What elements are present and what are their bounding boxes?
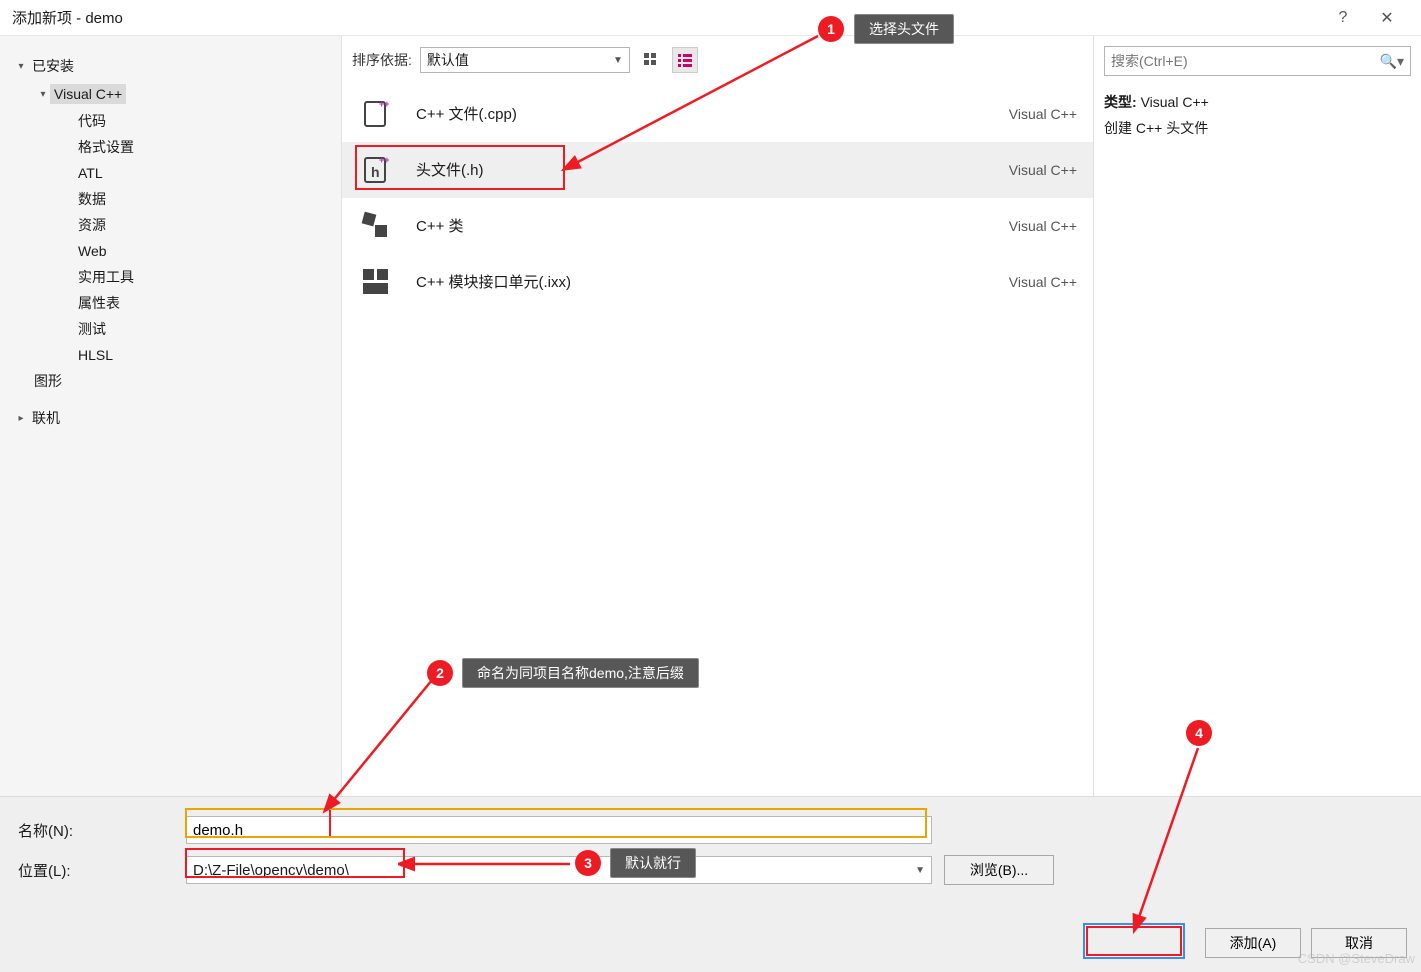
tree-leaf-graphics[interactable]: 图形 xyxy=(30,368,333,394)
name-field-wrap xyxy=(186,816,932,844)
tree-visualcpp[interactable]: ▾ Visual C++ xyxy=(30,80,333,108)
cpp-file-icon: ++ xyxy=(358,96,394,132)
template-label: C++ 类 xyxy=(416,215,1009,236)
svg-text:h: h xyxy=(371,164,380,180)
callout-3-label: 默认就行 xyxy=(610,848,696,878)
tree-label-online: 联机 xyxy=(28,406,64,430)
name-row: 名称(N): xyxy=(18,813,1403,847)
template-header-file[interactable]: h++ 头文件(.h) Visual C++ xyxy=(342,142,1093,198)
module-icon xyxy=(358,264,394,300)
location-field-wrap[interactable]: D:\Z-File\opencv\demo\ ▼ xyxy=(186,856,932,884)
bottom-panel: 名称(N): 位置(L): D:\Z-File\opencv\demo\ ▼ 浏… xyxy=(0,796,1421,972)
template-label: 头文件(.h) xyxy=(416,159,1009,180)
callout-3: 3 xyxy=(575,850,601,876)
add-button[interactable]: 添加(A) xyxy=(1205,928,1301,958)
view-large-icons-button[interactable] xyxy=(638,47,664,73)
chevron-down-icon: ▼ xyxy=(613,55,623,66)
browse-button[interactable]: 浏览(B)... xyxy=(944,855,1054,885)
template-lang: Visual C++ xyxy=(1009,274,1077,290)
tree-leaf-atl[interactable]: ATL xyxy=(52,160,333,186)
search-box[interactable]: 🔍▾ xyxy=(1104,46,1411,76)
category-tree: ▾ 已安装 ▾ Visual C++ 代码 格式设置 ATL 数据 资源 Web… xyxy=(0,36,342,796)
tree-installed[interactable]: ▾ 已安装 xyxy=(8,52,333,80)
sort-label: 排序依据: xyxy=(352,50,412,70)
callout-1-label: 选择头文件 xyxy=(854,14,954,44)
tree-label-visualcpp: Visual C++ xyxy=(50,84,126,104)
name-label: 名称(N): xyxy=(18,820,186,841)
template-pane: 排序依据: 默认值 ▼ ++ C++ 文件(.cpp) Visual C++ xyxy=(342,36,1093,796)
name-input[interactable] xyxy=(193,822,925,839)
type-label: 类型: xyxy=(1104,94,1137,110)
tree-leaf-format[interactable]: 格式设置 xyxy=(52,134,333,160)
location-label: 位置(L): xyxy=(18,860,186,881)
callout-1: 1 xyxy=(818,16,844,42)
chevron-right-icon: ▸ xyxy=(14,413,28,424)
template-module-ixx[interactable]: C++ 模块接口单元(.ixx) Visual C++ xyxy=(342,254,1093,310)
sort-dropdown[interactable]: 默认值 ▼ xyxy=(420,47,630,73)
sort-value: 默认值 xyxy=(427,50,469,70)
tree-online[interactable]: ▸ 联机 xyxy=(8,404,333,432)
type-line: 类型: Visual C++ xyxy=(1104,92,1411,112)
close-button[interactable]: ✕ xyxy=(1365,3,1409,33)
view-list-button[interactable] xyxy=(672,47,698,73)
svg-text:++: ++ xyxy=(379,99,390,109)
tree-label-installed: 已安装 xyxy=(28,54,78,78)
chevron-down-icon: ▾ xyxy=(36,89,50,100)
search-icon[interactable]: 🔍▾ xyxy=(1374,53,1404,70)
tree-leaf-utility[interactable]: 实用工具 xyxy=(52,264,333,290)
help-button[interactable]: ? xyxy=(1321,3,1365,33)
main-area: ▾ 已安装 ▾ Visual C++ 代码 格式设置 ATL 数据 资源 Web… xyxy=(0,36,1421,796)
watermark: CSDN @SteveDraw xyxy=(1298,951,1415,966)
chevron-down-icon: ▼ xyxy=(909,865,925,876)
toolbar: 排序依据: 默认值 ▼ xyxy=(342,36,1093,76)
tree-leaf-hlsl[interactable]: HLSL xyxy=(52,342,333,368)
callout-2-label: 命名为同项目名称demo,注意后缀 xyxy=(462,658,699,688)
tree-leaf-props[interactable]: 属性表 xyxy=(52,290,333,316)
header-file-icon: h++ xyxy=(358,152,394,188)
template-label: C++ 文件(.cpp) xyxy=(416,103,1009,124)
template-lang: Visual C++ xyxy=(1009,218,1077,234)
tree-leaf-resource[interactable]: 资源 xyxy=(52,212,333,238)
callout-4: 4 xyxy=(1186,720,1212,746)
tree-leaf-web[interactable]: Web xyxy=(52,238,333,264)
desc-line: 创建 C++ 头文件 xyxy=(1104,118,1411,138)
callout-2: 2 xyxy=(427,660,453,686)
template-lang: Visual C++ xyxy=(1009,106,1077,122)
location-row: 位置(L): D:\Z-File\opencv\demo\ ▼ 浏览(B)... xyxy=(18,853,1403,887)
template-cpp-file[interactable]: ++ C++ 文件(.cpp) Visual C++ xyxy=(342,86,1093,142)
svg-text:++: ++ xyxy=(379,155,390,165)
info-pane: 🔍▾ 类型: Visual C++ 创建 C++ 头文件 xyxy=(1093,36,1421,796)
chevron-down-icon: ▾ xyxy=(14,61,28,72)
tree-leaf-test[interactable]: 测试 xyxy=(52,316,333,342)
location-value: D:\Z-File\opencv\demo\ xyxy=(193,862,909,879)
type-value: Visual C++ xyxy=(1141,94,1209,110)
titlebar: 添加新项 - demo ? ✕ xyxy=(0,0,1421,36)
window-title: 添加新项 - demo xyxy=(12,7,1321,28)
template-list: ++ C++ 文件(.cpp) Visual C++ h++ 头文件(.h) V… xyxy=(342,86,1093,310)
template-lang: Visual C++ xyxy=(1009,162,1077,178)
search-input[interactable] xyxy=(1111,53,1374,69)
tree-leaf-data[interactable]: 数据 xyxy=(52,186,333,212)
tree-leaf-code[interactable]: 代码 xyxy=(52,108,333,134)
template-cpp-class[interactable]: C++ 类 Visual C++ xyxy=(342,198,1093,254)
class-icon xyxy=(358,208,394,244)
template-label: C++ 模块接口单元(.ixx) xyxy=(416,271,1009,292)
